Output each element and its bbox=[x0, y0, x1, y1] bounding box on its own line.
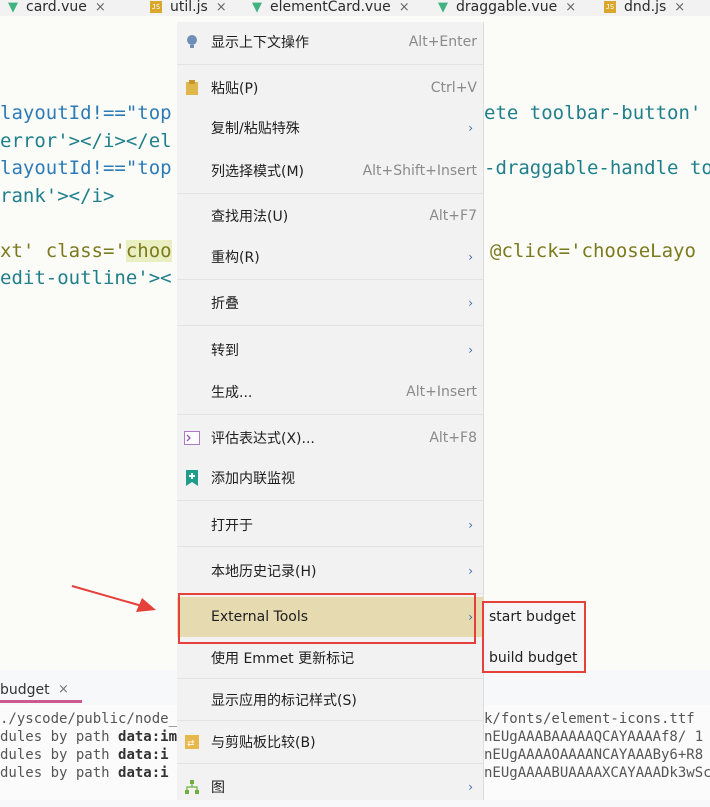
close-icon[interactable]: × bbox=[216, 0, 227, 15]
menu-item-open-in[interactable]: 打开于 › bbox=[177, 505, 483, 545]
code-line: xt' class='choo bbox=[0, 240, 172, 262]
menu-item-folding[interactable]: 折叠 › bbox=[177, 283, 483, 323]
menu-item-show-applied-styles[interactable]: 显示应用的标记样式(S) bbox=[177, 680, 483, 720]
compare-icon: ⇄ bbox=[183, 733, 201, 751]
console-token: dules by path bbox=[0, 765, 119, 781]
tab-label: elementCard.vue bbox=[270, 0, 391, 15]
code-line: layoutId!=="top bbox=[0, 157, 172, 179]
run-tab-label: budget bbox=[0, 682, 50, 698]
active-tab-indicator bbox=[0, 700, 82, 703]
code-line: @click='chooseLayo bbox=[490, 240, 696, 262]
code-line: ete toolbar-button' bbox=[484, 102, 702, 124]
tab-label: draggable.vue bbox=[456, 0, 558, 15]
menu-separator bbox=[177, 414, 483, 415]
external-tools-submenu: start budget build budget bbox=[482, 601, 586, 673]
code-line: -draggable-handle to bbox=[484, 157, 710, 179]
close-icon[interactable]: × bbox=[565, 0, 576, 15]
js-icon: JS bbox=[150, 1, 162, 13]
menu-item-compare-with-clipboard[interactable]: ⇄ 与剪贴板比较(B) bbox=[177, 722, 483, 762]
console-token: dules by path bbox=[0, 747, 119, 763]
js-icon: JS bbox=[604, 1, 616, 13]
console-token: data:i bbox=[118, 765, 169, 781]
console-line: dules by path data:i bbox=[0, 765, 169, 781]
menu-item-local-history[interactable]: 本地历史记录(H) › bbox=[177, 551, 483, 591]
code-token: xt' class=' bbox=[0, 240, 126, 262]
menu-item-column-selection-mode[interactable]: 列选择模式(M) Alt+Shift+Insert bbox=[177, 151, 483, 191]
code-line: rank'></i> bbox=[0, 185, 115, 207]
tab-elementcard-vue[interactable]: ▼ elementCard.vue × bbox=[252, 0, 410, 16]
close-icon[interactable]: × bbox=[58, 682, 69, 697]
submenu-arrow-icon: › bbox=[468, 780, 473, 794]
console-line: ./yscode/public/node_ bbox=[0, 711, 178, 727]
menu-item-goto[interactable]: 转到 › bbox=[177, 330, 483, 370]
console-token: dules by path bbox=[0, 729, 119, 745]
context-menu: 显示上下文操作 Alt+Enter 粘贴(P) Ctrl+V 复制/粘贴特殊 ›… bbox=[177, 22, 483, 800]
annotation-arrow-icon bbox=[71, 585, 156, 612]
close-icon[interactable]: × bbox=[399, 0, 410, 15]
menu-separator bbox=[177, 720, 483, 721]
close-icon[interactable]: × bbox=[95, 0, 106, 15]
menu-separator bbox=[177, 325, 483, 326]
bulb-icon bbox=[183, 33, 201, 51]
submenu-arrow-icon: › bbox=[468, 564, 473, 578]
console-line: nEUgAAAABUAAAAXCAYAAADk3wSc bbox=[484, 765, 710, 781]
menu-item-diagrams[interactable]: 图 › bbox=[177, 767, 483, 807]
menu-item-find-usages[interactable]: 查找用法(U) Alt+F7 bbox=[177, 196, 483, 236]
console-line: dules by path data:i bbox=[0, 747, 169, 763]
menu-separator bbox=[177, 763, 483, 764]
menu-item-refactor[interactable]: 重构(R) › bbox=[177, 237, 483, 277]
menu-separator bbox=[177, 546, 483, 547]
console-line: nEUgAAABAAAAAQCAYAAAAf8/ 1 bbox=[484, 729, 704, 745]
console-icon bbox=[183, 429, 201, 447]
menu-separator bbox=[177, 279, 483, 280]
menu-separator bbox=[177, 678, 483, 679]
menu-item-add-inline-watch[interactable]: 添加内联监视 bbox=[177, 458, 483, 498]
svg-text:⇄: ⇄ bbox=[187, 739, 195, 749]
diagram-icon bbox=[183, 778, 201, 796]
tab-label: dnd.js bbox=[624, 0, 667, 15]
tab-dnd-js[interactable]: JS dnd.js × bbox=[604, 0, 685, 16]
vue-icon: ▼ bbox=[438, 0, 448, 15]
menu-item-emmet-update[interactable]: 使用 Emmet 更新标记 bbox=[177, 638, 483, 678]
tab-label: util.js bbox=[170, 0, 208, 15]
console-line: k/fonts/element-icons.ttf bbox=[484, 711, 695, 727]
menu-separator bbox=[177, 64, 483, 65]
menu-item-show-context-actions[interactable]: 显示上下文操作 Alt+Enter bbox=[177, 22, 483, 62]
submenu-arrow-icon: › bbox=[468, 296, 473, 310]
tab-card-vue[interactable]: ▼ card.vue × bbox=[8, 0, 106, 16]
code-line: edit-outline'>< bbox=[0, 267, 172, 289]
bookmark-plus-icon bbox=[183, 469, 201, 487]
submenu-arrow-icon: › bbox=[468, 518, 473, 532]
menu-item-paste[interactable]: 粘贴(P) Ctrl+V bbox=[177, 68, 483, 108]
submenu-arrow-icon: › bbox=[468, 343, 473, 357]
menu-item-evaluate-expression[interactable]: 评估表达式(X)... Alt+F8 bbox=[177, 418, 483, 458]
tab-draggable-vue[interactable]: ▼ draggable.vue × bbox=[438, 0, 576, 16]
clipboard-icon bbox=[183, 79, 201, 97]
tab-label: card.vue bbox=[26, 0, 87, 15]
code-token-highlighted: choo bbox=[125, 240, 172, 262]
submenu-arrow-icon: › bbox=[468, 121, 473, 135]
submenu-arrow-icon: › bbox=[468, 250, 473, 264]
tab-util-js[interactable]: JS util.js × bbox=[150, 0, 227, 16]
menu-item-generate[interactable]: 生成... Alt+Insert bbox=[177, 372, 483, 412]
code-line: layoutId!=="top bbox=[0, 102, 172, 124]
menu-item-copy-paste-special[interactable]: 复制/粘贴特殊 › bbox=[177, 108, 483, 148]
menu-separator bbox=[177, 500, 483, 501]
submenu-item-start-budget[interactable]: start budget bbox=[489, 609, 576, 625]
console-line: dules by path data:imag bbox=[0, 729, 194, 745]
console-line: nEUgAAAAOAAAANCAYAAABy6+R8 bbox=[484, 747, 704, 763]
annotation-highlight-box bbox=[178, 593, 476, 644]
run-tab-budget[interactable]: budget × bbox=[0, 680, 120, 702]
vue-icon: ▼ bbox=[8, 0, 18, 15]
editor-tabs-bar: ▼ card.vue × JS util.js × ▼ elementCard.… bbox=[0, 0, 710, 16]
submenu-item-build-budget[interactable]: build budget bbox=[489, 650, 578, 666]
code-line: error'></i></el bbox=[0, 130, 172, 152]
close-icon[interactable]: × bbox=[674, 0, 685, 15]
menu-separator bbox=[177, 193, 483, 194]
console-token: data:i bbox=[118, 747, 169, 763]
vue-icon: ▼ bbox=[252, 0, 262, 15]
